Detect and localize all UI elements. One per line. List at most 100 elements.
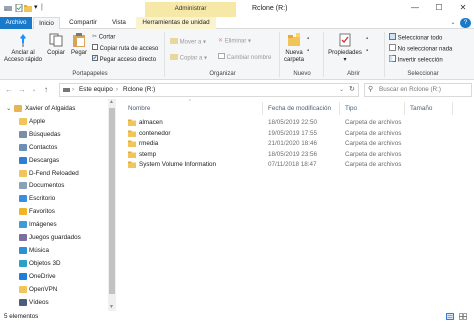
drive-icon (63, 87, 70, 95)
nav-item[interactable]: Escritorio (0, 193, 108, 204)
recent-locations-icon[interactable]: ⌄ (29, 84, 39, 96)
details-view-icon[interactable] (446, 313, 454, 324)
file-row[interactable]: almacen 18/05/2019 22:50 Carpeta de archiv… (125, 118, 468, 128)
copy-to-label: Copiar a (179, 55, 203, 62)
nav-item[interactable]: OpenVPN (0, 284, 108, 295)
invert-selection-button[interactable]: Invertir selección (389, 55, 443, 65)
forward-button[interactable]: → (17, 84, 27, 96)
properties-icon (339, 33, 351, 47)
organize-group-label: Organizar (209, 71, 236, 77)
breadcrumb-rclone[interactable]: Rclone (R:) (123, 84, 155, 96)
new-folder-quick-icon[interactable] (24, 4, 32, 12)
new-folder-button[interactable]: Nueva carpeta (282, 33, 306, 64)
nav-item[interactable]: Documentos (0, 180, 108, 191)
open-icon[interactable]: ▪ (366, 35, 368, 43)
up-button[interactable]: ↑ (41, 84, 51, 96)
refresh-icon[interactable]: ↻ (349, 84, 355, 96)
ribbon-collapse-icon[interactable]: ⌄ (448, 17, 458, 29)
folder-icon (128, 119, 136, 126)
select-all-button[interactable]: Seleccionar todo (389, 33, 442, 43)
copy-path-icon (92, 44, 98, 53)
select-none-icon (389, 44, 396, 54)
pin-label-2: Acceso rápido (3, 57, 43, 63)
customize-quick-access-icon[interactable]: ▾ (34, 4, 41, 12)
nav-item[interactable]: Favoritos (0, 206, 108, 217)
tab-view[interactable]: Vista (105, 17, 133, 29)
nav-item[interactable]: Vídeos (0, 297, 108, 308)
nav-scrollbar[interactable]: ▲ ▼ (108, 99, 116, 311)
nav-item[interactable]: Objetos 3D (0, 258, 108, 269)
column-type[interactable]: Tipo (345, 104, 357, 113)
pictures-icon (19, 221, 27, 229)
nav-item[interactable]: Música (0, 245, 108, 256)
cut-button[interactable]: ✂ Cortar (92, 33, 115, 42)
new-folder-icon (288, 33, 300, 46)
nav-item[interactable]: OneDrive (0, 271, 108, 282)
tab-file[interactable]: Archivo (0, 17, 32, 29)
nav-item[interactable]: ⌄ Xavier of Algaidas (0, 103, 108, 114)
move-to-button[interactable]: Mover a ▾ (170, 37, 206, 47)
scissors-icon: ✂ (92, 34, 98, 40)
nav-scroll-thumb[interactable] (109, 108, 115, 294)
back-button[interactable]: ← (4, 84, 14, 96)
file-row[interactable]: stemp 18/05/2019 23:56 Carpeta de archivos (125, 150, 468, 160)
pin-quick-access-button[interactable]: Anclar al Acceso rápido (3, 33, 43, 64)
invert-selection-label: Invertir selección (397, 57, 443, 64)
column-date[interactable]: Fecha de modificación (268, 104, 331, 113)
scroll-up-icon[interactable]: ▲ (109, 99, 114, 106)
breadcrumb-this-pc[interactable]: Este equipo (79, 84, 113, 96)
nav-item[interactable]: Contactos (0, 142, 108, 153)
nav-item[interactable]: D-Fend Reloaded (0, 168, 108, 179)
paste-label: Pegar (70, 50, 87, 56)
tab-share[interactable]: Compartir (63, 17, 103, 29)
copy-to-button[interactable]: Copiar a ▾ (170, 53, 207, 63)
large-icons-view-icon[interactable] (459, 313, 467, 324)
address-dropdown-icon[interactable]: ⌄ (339, 84, 344, 96)
column-divider[interactable] (262, 102, 263, 115)
column-name[interactable]: Nombre (128, 104, 150, 113)
close-button[interactable]: ✕ (452, 0, 474, 15)
tab-manage[interactable]: Herramientas de unidad (136, 17, 216, 29)
scroll-down-icon[interactable]: ▼ (109, 304, 114, 311)
copy-path-button[interactable]: Copiar ruta de acceso (92, 44, 158, 53)
column-divider[interactable] (452, 102, 453, 115)
paste-shortcut-button[interactable]: Pegar acceso directo (92, 55, 156, 64)
minimize-button[interactable]: — (404, 0, 426, 15)
search-box[interactable]: ⚲ Buscar en Rclone (R:) (364, 83, 472, 97)
search-input[interactable]: Buscar en Rclone (R:) (379, 84, 441, 96)
nav-item[interactable]: Imágenes (0, 219, 108, 230)
delete-button[interactable]: ✕ Eliminar ▾ (218, 37, 251, 46)
file-type: Carpeta de archivos (345, 150, 402, 158)
select-none-button[interactable]: No seleccionar nada (389, 44, 452, 54)
nav-item[interactable]: Juegos guardados (0, 232, 108, 243)
ribbon-separator (164, 32, 165, 77)
address-bar[interactable]: › Este equipo › Rclone (R:) ⌄ ↻ (59, 83, 359, 97)
paste-button[interactable]: Pegar (68, 33, 90, 57)
copy-button[interactable]: Copiar (45, 33, 67, 57)
file-row[interactable]: contenedor 19/05/2019 17:55 Carpeta de arc… (125, 129, 468, 139)
column-divider[interactable] (339, 102, 340, 115)
edit-icon[interactable]: ▪ (366, 47, 368, 55)
file-row[interactable]: System Volume Information 07/11/2018 18:4… (125, 160, 468, 170)
nav-item-label: Xavier of Algaidas (25, 105, 76, 112)
nav-item[interactable]: Apple (0, 116, 108, 127)
new-item-icon[interactable]: ▪ (307, 35, 309, 43)
file-type: Carpeta de archivos (345, 119, 402, 126)
nav-item-label: Música (29, 246, 49, 254)
help-button[interactable]: ? (460, 18, 471, 28)
nav-item[interactable]: Búsquedas (0, 129, 108, 140)
sort-arrow-icon: ⌃ (188, 99, 193, 105)
properties-quick-icon[interactable] (15, 3, 23, 13)
column-divider[interactable] (404, 102, 405, 115)
maximize-button[interactable]: ☐ (428, 0, 450, 15)
column-size[interactable]: Tamaño (410, 104, 432, 113)
easy-access-icon[interactable]: ▪ (307, 47, 309, 55)
expand-chevron-icon[interactable]: ⌄ (6, 103, 11, 114)
properties-button[interactable]: Propiedades ▾ (326, 33, 364, 64)
rename-button[interactable]: Cambiar nombre (218, 53, 271, 62)
file-type: Carpeta de archivos (345, 140, 402, 147)
paste-shortcut-icon (92, 55, 98, 64)
nav-item[interactable]: Descargas (0, 155, 108, 166)
nav-item-label: OneDrive (29, 272, 56, 280)
file-row[interactable]: rmedia 21/01/2020 18:46 Carpeta de archivo… (125, 139, 468, 149)
